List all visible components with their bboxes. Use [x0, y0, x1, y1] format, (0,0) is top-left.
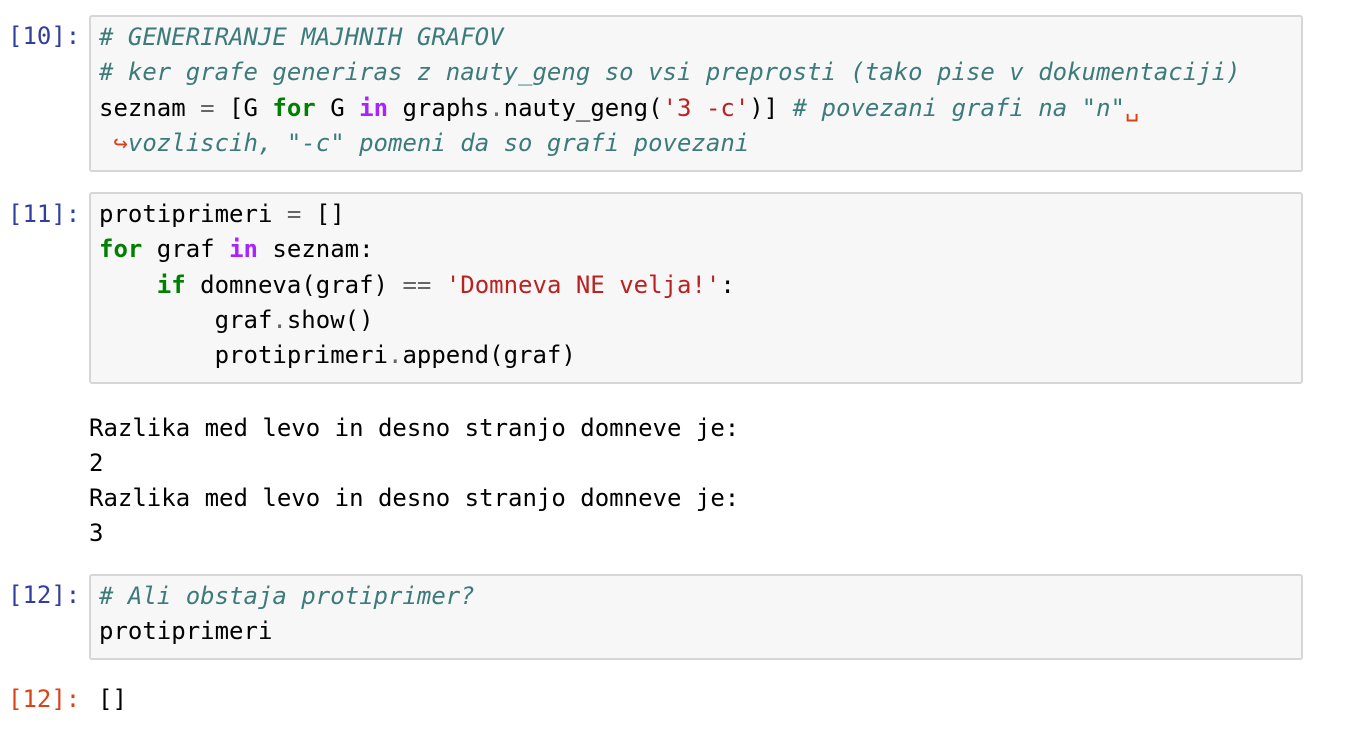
- code-token: # GENERIRANJE MAJHNIH GRAFOV: [99, 23, 504, 51]
- code-line: # GENERIRANJE MAJHNIH GRAFOV: [99, 20, 1301, 55]
- code-line: protiprimeri.append(graf): [99, 338, 1301, 373]
- code-line: graf.show(): [99, 303, 1301, 338]
- code-token: seznam: [99, 93, 201, 122]
- code-line: protiprimeri: [99, 614, 1301, 649]
- code-token: graf: [142, 235, 230, 264]
- output-value: []: [98, 685, 127, 713]
- code-editor[interactable]: # Ali obstaja protiprimer? protiprimeri: [89, 574, 1303, 660]
- cell-output: Razlika med levo in desno stranjo domnev…: [89, 411, 739, 551]
- code-token: [G: [214, 93, 273, 122]
- code-token: []: [301, 200, 345, 228]
- code-token: protiprimeri: [99, 617, 273, 646]
- code-line: protiprimeri = []: [99, 197, 1301, 232]
- line-wrap-marker: ↪: [99, 128, 128, 157]
- code-token: if: [156, 270, 186, 299]
- code-token: '3 -c': [662, 93, 750, 122]
- code-token: graf: [99, 305, 273, 334]
- code-token: =: [200, 93, 215, 122]
- output-line: Razlika med levo in desno stranjo domnev…: [89, 484, 740, 512]
- code-line: seznam = [G for G in graphs.nauty_geng('…: [99, 91, 1301, 126]
- code-token: )]: [749, 93, 793, 122]
- code-token: for: [99, 235, 143, 264]
- code-token: # povezani grafi na "n": [792, 93, 1125, 122]
- code-token: in: [359, 93, 389, 122]
- code-token: domneva(graf): [185, 270, 403, 299]
- code-token: nauty_geng(: [503, 93, 663, 122]
- code-token: ==: [402, 270, 432, 299]
- input-prompt: [12]:: [8, 581, 81, 609]
- code-token: seznam:: [257, 235, 374, 264]
- code-token: .: [387, 341, 403, 370]
- input-prompt: [10]:: [8, 22, 81, 50]
- code-line: ↪vozliscih, "-c" pomeni da so grafi pove…: [99, 126, 1301, 161]
- code-token: protiprimeri: [99, 200, 287, 228]
- code-editor[interactable]: # GENERIRANJE MAJHNIH GRAFOV # ker grafe …: [89, 15, 1303, 172]
- output-line: Razlika med levo in desno stranjo domnev…: [89, 414, 740, 442]
- code-line: # Ali obstaja protiprimer?: [99, 579, 1301, 614]
- code-line: # ker grafe generiras z nauty_geng so vs…: [99, 55, 1301, 90]
- code-token: show(): [286, 305, 374, 334]
- output-prompt: [12]:: [8, 685, 81, 713]
- code-token: vozliscih, "-c" pomeni da so grafi povez…: [127, 128, 750, 157]
- code-token: :: [720, 270, 735, 299]
- code-token: append(graf): [402, 341, 576, 370]
- code-line: for graf in seznam:: [99, 232, 1301, 267]
- code-token: # ker grafe generiras z nauty_geng so vs…: [99, 58, 1241, 87]
- output-line: 3: [89, 519, 104, 547]
- code-token: =: [286, 200, 302, 228]
- code-editor[interactable]: protiprimeri = [] for graf in seznam: if …: [89, 192, 1303, 384]
- code-token: in: [229, 235, 258, 264]
- code-token: # Ali obstaja protiprimer?: [99, 582, 475, 610]
- code-token: .: [489, 93, 504, 122]
- cell-output: []: [98, 682, 127, 717]
- input-prompt: [11]:: [8, 200, 81, 228]
- code-token: protiprimeri: [99, 341, 388, 370]
- line-wrap-marker: ␣: [1125, 93, 1140, 122]
- code-token: .: [272, 305, 287, 334]
- code-token: for: [272, 93, 316, 122]
- code-token: G: [315, 93, 360, 122]
- code-line: if domneva(graf) == 'Domneva NE velja!':: [99, 268, 1301, 303]
- code-token: graphs: [388, 93, 490, 122]
- output-line: 2: [89, 449, 104, 477]
- code-token: 'Domneva NE velja!': [445, 270, 721, 299]
